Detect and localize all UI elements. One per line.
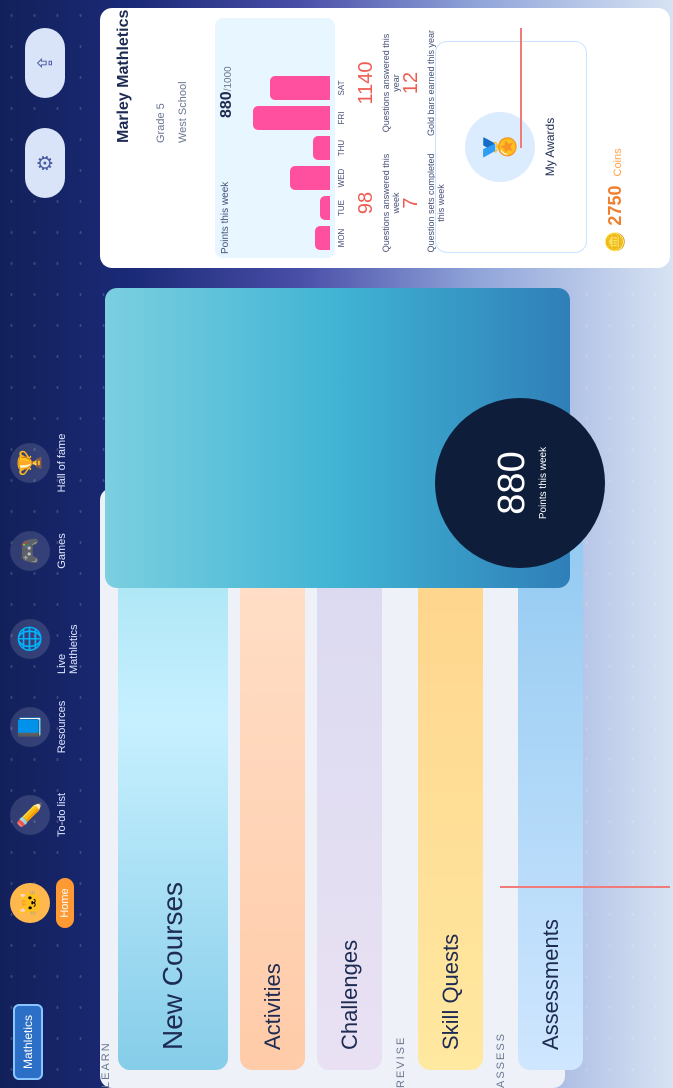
stat-year-answered: 1140 Questions answered this year xyxy=(355,28,401,138)
nav-label-games: Games xyxy=(56,533,68,569)
profile-panel: Marley Mathletics Grade 5 West School Po… xyxy=(100,8,670,268)
revise-section-label: REVISE xyxy=(395,1035,407,1088)
chart-title: Points this week xyxy=(220,181,231,254)
nav-todo[interactable]: ✏️ To-do list xyxy=(10,780,82,850)
logo-text: Mathletics xyxy=(21,1014,35,1070)
chart-day-sat: SAT xyxy=(337,80,346,96)
new-courses-label: New Courses xyxy=(157,881,188,1050)
stat-week-answered-value: 98 xyxy=(355,191,377,215)
stat-gold-bars-value: 12 xyxy=(400,71,422,95)
coins-value: 2750 xyxy=(605,185,625,226)
challenges-label: Challenges xyxy=(336,939,362,1050)
my-awards-label: My Awards xyxy=(543,117,557,177)
chart-bar-tue: TUE xyxy=(320,196,346,220)
nav-games[interactable]: 🎮 Games xyxy=(10,516,82,586)
controller-icon: 🎮 xyxy=(10,531,50,571)
stat-sets-completed-value: 7 xyxy=(400,197,422,209)
assessments-label: Assessments xyxy=(537,919,563,1050)
mathletics-logo[interactable]: Mathletics xyxy=(13,1004,43,1080)
nav-label-todo: To-do list xyxy=(56,792,68,838)
chart-value-max: /1000 xyxy=(223,66,234,92)
stat-week-answered-label: Questions answered this week xyxy=(381,153,401,253)
coins-label: Coins xyxy=(612,148,624,177)
chart-day-fri: FRI xyxy=(337,111,346,125)
coin-icon: 🪙 xyxy=(605,230,625,253)
weekly-points-label: Points this week xyxy=(538,446,549,520)
rotated-ui-canvas: Mathletics 🐱 Home ✏️ To-do list 📘 Resour… xyxy=(0,0,673,1088)
chart-bar-sat: SAT xyxy=(270,76,346,100)
settings-button[interactable]: ⚙ xyxy=(25,128,65,198)
award-badge-icon: 🏅 xyxy=(465,112,535,182)
nav-live[interactable]: 🌐 Live Mathletics xyxy=(10,604,82,674)
chart-bar-wed: WED xyxy=(290,166,346,190)
chart-bars: MON TUE WED THU FRI SAT xyxy=(240,30,346,250)
nav-hall-of-fame[interactable]: 🏆 Hall of fame xyxy=(10,428,82,498)
profile-grade: Grade 5 xyxy=(155,103,167,143)
share-icon: ⇪ xyxy=(34,54,57,72)
assess-section-label: ASSESS xyxy=(495,1031,507,1088)
gear-icon: ⚙ xyxy=(34,154,57,172)
my-awards-button[interactable]: 🏅 My Awards xyxy=(435,41,587,253)
globe-icon: 🌐 xyxy=(10,619,50,659)
pencil-icon: ✏️ xyxy=(10,795,50,835)
nav-label-home: Home xyxy=(56,878,74,928)
nav-resources[interactable]: 📘 Resources xyxy=(10,692,82,762)
app-window: Mathletics 🐱 Home ✏️ To-do list 📘 Resour… xyxy=(0,0,673,1088)
profile-name[interactable]: Marley Mathletics xyxy=(115,10,133,143)
nav-label-hall: Hall of fame xyxy=(56,433,68,493)
activities-label: Activities xyxy=(259,963,285,1050)
annotation-arrow xyxy=(520,28,522,148)
stat-year-answered-value: 1140 xyxy=(355,61,377,105)
share-button[interactable]: ⇪ xyxy=(25,28,65,98)
nav-home[interactable]: 🐱 Home xyxy=(10,868,82,938)
stat-year-answered-label: Questions answered this year xyxy=(381,33,401,133)
cat-icon: 🐱 xyxy=(10,883,50,923)
nav-label-live: Live Mathletics xyxy=(56,624,80,674)
weekly-points-circle[interactable]: 880 Points this week xyxy=(435,398,605,568)
chart-day-wed: WED xyxy=(337,168,346,188)
coins-display: 🪙 2750 Coins xyxy=(605,148,626,253)
stat-week-answered: 98 Questions answered this week xyxy=(355,148,401,258)
main-navigation: 🐱 Home ✏️ To-do list 📘 Resources 🌐 Live … xyxy=(10,428,82,938)
chart-bar-fri: FRI xyxy=(252,106,346,130)
chart-day-tue: TUE xyxy=(337,200,346,216)
chart-value: 880/1000 xyxy=(218,66,236,118)
book-icon: 📘 xyxy=(10,707,50,747)
chart-day-thu: THU xyxy=(337,139,346,157)
skill-quests-label: Skill Quests xyxy=(437,933,463,1050)
annotation-arrow xyxy=(500,886,670,888)
weekly-points-value: 880 xyxy=(491,451,533,515)
chart-bar-mon: MON xyxy=(315,226,346,250)
chart-value-number: 880 xyxy=(218,91,235,118)
stat-gold-bars: 12 Gold bars earned this year xyxy=(400,28,436,138)
learn-section-label: LEARN xyxy=(100,1041,112,1088)
chart-bar-thu: THU xyxy=(312,136,346,160)
profile-school: West School xyxy=(177,81,189,143)
trophy-icon: 🏆 xyxy=(10,443,50,483)
nav-label-resources: Resources xyxy=(56,700,68,754)
chart-day-mon: MON xyxy=(337,228,346,248)
